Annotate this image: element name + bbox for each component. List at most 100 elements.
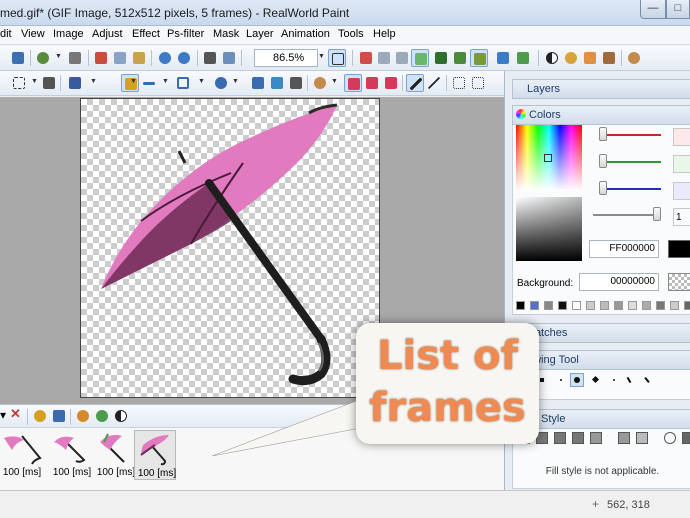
brush-slash-2[interactable] [641,373,655,387]
red-slider[interactable] [599,127,607,141]
brush-size-3[interactable] [554,373,568,387]
alpha-slider[interactable] [653,207,661,221]
foreground-hex-input[interactable]: FF000000 [589,240,659,258]
delete-frame-button[interactable]: ✕ [8,406,26,425]
flip-button[interactable] [357,49,375,67]
grid-toggle-button[interactable] [375,49,393,67]
callout-line-1: List of [377,333,518,379]
menu-mask[interactable]: Mask [213,28,239,40]
stamp-icon [271,77,283,89]
show-frames-button[interactable] [451,49,469,67]
fill-style-3[interactable] [554,432,566,444]
minimize-button[interactable]: — [640,0,666,19]
frame-thumbnail[interactable]: 100 [ms] [0,430,42,480]
menu-layer[interactable]: Layer [246,28,274,40]
select-rectangle-tool[interactable] [10,74,28,92]
frames-dropdown-arrow-icon[interactable]: ▾ [0,408,6,422]
reorder-frames-button[interactable] [50,407,68,425]
brush-slash-1[interactable] [623,373,637,387]
print-button[interactable] [66,49,84,67]
hue-color-picker[interactable] [516,125,582,191]
cut-button[interactable] [92,49,110,67]
cursor-coordinates: 562, 318 [607,499,650,511]
selection-expand-button[interactable] [469,74,487,92]
mode-add-button[interactable] [363,74,381,92]
onion-skin-button[interactable] [411,49,429,67]
screenshot-button[interactable] [494,49,512,67]
frame-properties-button[interactable] [31,407,49,425]
green-slider[interactable] [599,154,607,168]
crop-button[interactable] [201,49,219,67]
background-color-swatch[interactable] [668,273,690,291]
blue-slider-track [605,188,661,190]
move-tool[interactable] [40,74,58,92]
background-hex-input[interactable]: 00000000 [579,273,659,291]
eraser-tool[interactable] [212,74,230,92]
fill-style-5[interactable] [590,432,602,444]
menu-ps-filter[interactable]: Ps-filter [167,28,204,40]
copy-button[interactable] [111,49,129,67]
paste-button[interactable] [130,49,148,67]
menu-effect[interactable]: Effect [132,28,160,40]
mirror-button[interactable] [393,49,411,67]
brush-diamond[interactable] [589,373,603,387]
antialias-button[interactable] [406,74,424,92]
image-info-button[interactable] [514,49,532,67]
undo-history-button[interactable] [156,49,174,67]
show-layers-button[interactable] [432,49,450,67]
line-tool[interactable] [140,74,158,92]
fill-style-4[interactable] [572,432,584,444]
fit-to-window-button[interactable] [328,49,346,67]
move-icon [43,77,55,89]
user-button[interactable] [625,49,643,67]
fill-style-8[interactable] [664,432,676,444]
selection-mode-button[interactable] [450,74,468,92]
resize-button[interactable] [220,49,238,67]
menu-help[interactable]: Help [373,28,396,40]
contrast-frame-button[interactable] [112,407,130,425]
brush-small-dot[interactable] [607,373,621,387]
fill-tool[interactable] [249,74,267,92]
contrast-button[interactable] [543,49,561,67]
text-tool[interactable] [66,74,84,92]
rectangle-tool[interactable] [174,74,192,92]
eyedropper-tool[interactable] [287,74,305,92]
zoom-select[interactable]: 86.5% [254,49,318,67]
fill-style-9[interactable] [682,432,690,444]
frame-thumbnail[interactable]: 100 [ms] [50,430,92,480]
maximize-button[interactable]: □ [666,0,690,19]
resize-icon [223,52,235,64]
triangle-button[interactable] [581,49,599,67]
moon-button[interactable] [562,49,580,67]
brush-settings-button[interactable] [600,49,618,67]
undo-button[interactable] [34,49,52,67]
refresh-button[interactable] [74,407,92,425]
fill-style-7[interactable] [636,432,648,444]
menu-edit[interactable]: dit [0,28,12,40]
redo-button[interactable] [175,49,193,67]
brush-size-4[interactable] [570,373,584,387]
straight-line-button[interactable] [425,74,443,92]
show-tools-button[interactable] [470,49,488,67]
menu-adjust[interactable]: Adjust [92,28,123,40]
save-button[interactable] [9,49,27,67]
shade-picker[interactable] [516,197,582,261]
colors-panel-header[interactable]: Colors [512,105,690,125]
menu-image[interactable]: Image [53,28,84,40]
frame-thumbnail[interactable]: 100 [ms] [94,430,136,480]
color-palette[interactable] [516,301,690,311]
menu-animation[interactable]: Animation [281,28,330,40]
retouch-tool[interactable] [311,74,329,92]
fill-style-6[interactable] [618,432,630,444]
frame-thumbnail-selected[interactable]: 100 [ms] [134,430,176,480]
layers-panel-header[interactable]: Layers [512,79,690,99]
foreground-color-swatch[interactable] [668,240,690,258]
menu-view[interactable]: View [21,28,45,40]
menu-tools[interactable]: Tools [338,28,364,40]
image-canvas[interactable] [80,98,380,398]
mode-normal-button[interactable] [344,74,362,92]
play-animation-button[interactable] [93,407,111,425]
mode-subtract-button[interactable] [382,74,400,92]
blue-slider[interactable] [599,181,607,195]
clone-tool[interactable] [268,74,286,92]
